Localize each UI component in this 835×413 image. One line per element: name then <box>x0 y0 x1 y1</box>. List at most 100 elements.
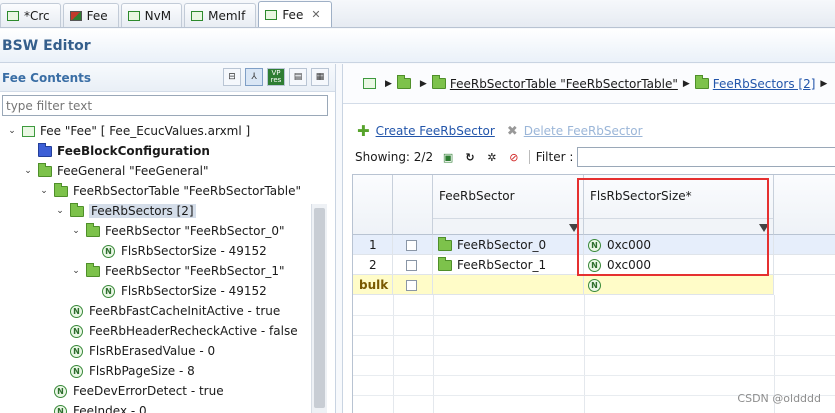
file-icon <box>191 10 204 21</box>
folder-blue-icon <box>38 142 52 157</box>
tab-crc[interactable]: *Crc <box>0 3 61 27</box>
tree-item-label: FeeRbSectors [2] <box>89 204 196 218</box>
create-sector-link[interactable]: Create FeeRbSector <box>376 124 495 138</box>
file-icon <box>127 10 140 21</box>
collapse-arrow-icon[interactable]: ⌄ <box>6 125 18 137</box>
editor-title: BSW Editor <box>2 37 91 54</box>
contents-title: Fee Contents <box>2 70 92 85</box>
chevron-right-icon[interactable]: ▶ <box>385 79 392 89</box>
tab-memif[interactable]: MemIf <box>184 3 257 27</box>
row-checkbox[interactable] <box>406 259 417 271</box>
column-filter[interactable] <box>433 218 583 234</box>
sector-name-cell[interactable]: FeeRbSector_1 <box>433 255 584 275</box>
numeric-icon: N <box>70 324 83 338</box>
column-header-feerbsector[interactable]: FeeRbSector <box>433 175 584 235</box>
tree-item-label: FlsRbSectorSize - 49152 <box>121 244 267 258</box>
tree-item[interactable]: N FlsRbSectorSize - 49152 <box>0 281 326 301</box>
folder-icon <box>54 182 68 197</box>
close-icon[interactable]: ✕ <box>311 8 320 21</box>
bulk-label: bulk <box>353 275 393 295</box>
clear-filter-icon[interactable]: ⊘ <box>507 150 521 164</box>
link-icon[interactable]: ⅄ <box>245 68 263 86</box>
highlight-annotation <box>577 178 769 276</box>
tree-item[interactable]: ⌄ FeeGeneral "FeeGeneral" <box>0 161 326 181</box>
collapse-arrow-icon[interactable]: ⌄ <box>38 185 50 197</box>
tree-filter-input[interactable] <box>2 95 328 116</box>
folder-icon <box>38 162 52 177</box>
tree-item[interactable]: N FeeIndex - 0 <box>0 401 326 413</box>
tree-item[interactable]: N FeeRbFastCacheInitActive - true <box>0 301 326 321</box>
tree-item[interactable]: ⌄ Fee "Fee" [ Fee_EcucValues.arxml ] <box>0 121 326 141</box>
column-header-check <box>393 175 433 235</box>
contents-tree: ⌄ Fee "Fee" [ Fee_EcucValues.arxml ] Fee… <box>0 121 326 413</box>
table-actions: ✚ Create FeeRbSector ✖ Delete FeeRbSecto… <box>357 122 643 140</box>
tree-item[interactable]: N FlsRbSectorSize - 49152 <box>0 241 326 261</box>
numeric-icon: N <box>102 284 115 298</box>
tree-item[interactable]: N FlsRbPageSize - 8 <box>0 361 326 381</box>
bulk-edit-row[interactable]: bulk N <box>353 275 774 295</box>
tree-item-label: FeeIndex - 0 <box>73 404 147 413</box>
collapse-arrow-icon[interactable]: ⌄ <box>54 205 66 217</box>
sector-name: FeeRbSector_0 <box>457 238 547 252</box>
doc-icon[interactable]: ▤ <box>289 68 307 86</box>
breadcrumb-item[interactable]: FeeRbSectorTable "FeeRbSectorTable" <box>450 77 678 91</box>
bulk-size-cell[interactable]: N <box>584 275 774 295</box>
tree-item-selected[interactable]: ⌄ FeeRbSectors [2] <box>0 201 326 221</box>
folder-icon <box>438 236 452 251</box>
tree-item[interactable]: N FeeRbHeaderRecheckActive - false <box>0 321 326 341</box>
showing-count: Showing: 2/2 <box>355 150 434 164</box>
chevron-right-icon[interactable]: ▶ <box>683 79 690 89</box>
column-header-label: FeeRbSector <box>439 189 515 203</box>
collapse-arrow-icon[interactable]: ⌄ <box>70 265 82 277</box>
collapse-icon[interactable]: ⊟ <box>223 68 241 86</box>
tree-item-label: FlsRbSectorSize - 49152 <box>121 284 267 298</box>
tree-item-label: FeeGeneral "FeeGeneral" <box>57 164 209 178</box>
folder-icon <box>431 75 446 89</box>
tree-item-label: FeeBlockConfiguration <box>57 144 210 158</box>
file-icon <box>265 9 278 20</box>
tab-nvm[interactable]: NvM <box>120 3 183 27</box>
numeric-icon: N <box>588 278 601 292</box>
refresh-icon[interactable]: ↻ <box>463 150 477 164</box>
sector-name: FeeRbSector_1 <box>457 258 547 272</box>
sector-name-cell[interactable]: FeeRbSector_0 <box>433 235 584 255</box>
tab-fee-module[interactable]: Fee <box>62 3 119 27</box>
column-header-index <box>353 175 393 235</box>
chevron-right-icon[interactable]: ▶ <box>820 79 827 89</box>
tree-item[interactable]: N FeeDevErrorDetect - true <box>0 381 326 401</box>
row-checkbox[interactable] <box>406 239 417 251</box>
doc-icon[interactable] <box>363 78 376 89</box>
column-header-empty <box>774 175 835 235</box>
tree-item[interactable]: ⌄ FeeRbSectorTable "FeeRbSectorTable" <box>0 181 326 201</box>
bulk-name-cell[interactable] <box>433 275 584 295</box>
settings-icon[interactable]: ✲ <box>485 150 499 164</box>
chevron-right-icon[interactable]: ▶ <box>420 79 427 89</box>
watermark: CSDN @oldddd <box>737 392 821 405</box>
tree-item[interactable]: ⌄ FeeRbSector "FeeRbSector_0" <box>0 221 326 241</box>
tree-item[interactable]: FeeBlockConfiguration <box>0 141 326 161</box>
folder-icon <box>70 202 84 217</box>
scrollbar-thumb[interactable] <box>314 208 325 408</box>
tree-scrollbar[interactable] <box>311 204 327 413</box>
breadcrumb-item-current[interactable]: FeeRbSectors [2] <box>713 77 816 91</box>
grid-line <box>353 355 835 356</box>
export-icon[interactable]: ▣ <box>441 150 455 164</box>
grid-icon[interactable]: ▦ <box>311 68 329 86</box>
table-filter-input[interactable] <box>577 147 835 167</box>
tree-item-label: Fee "Fee" [ Fee_EcucValues.arxml ] <box>40 124 251 138</box>
folder-icon[interactable] <box>396 75 411 89</box>
bulk-checkbox[interactable] <box>406 279 417 291</box>
tab-fee[interactable]: Fee ✕ <box>258 1 332 27</box>
tree-item[interactable]: ⌄ FeeRbSector "FeeRbSector_1" <box>0 261 326 281</box>
collapse-arrow-icon[interactable]: ⌄ <box>70 225 82 237</box>
editor-title-bar: BSW Editor <box>0 29 835 63</box>
row-checkbox-cell <box>393 235 433 255</box>
numeric-icon: N <box>70 344 83 358</box>
collapse-arrow-icon[interactable]: ⌄ <box>22 165 34 177</box>
bulk-checkbox-cell <box>393 275 433 295</box>
numeric-icon: N <box>54 384 67 398</box>
folder-icon <box>694 75 709 89</box>
tree-item-label: FeeDevErrorDetect - true <box>73 384 224 398</box>
tree-item[interactable]: N FlsRbErasedValue - 0 <box>0 341 326 361</box>
vp-res-icon[interactable]: VP res <box>267 68 285 86</box>
